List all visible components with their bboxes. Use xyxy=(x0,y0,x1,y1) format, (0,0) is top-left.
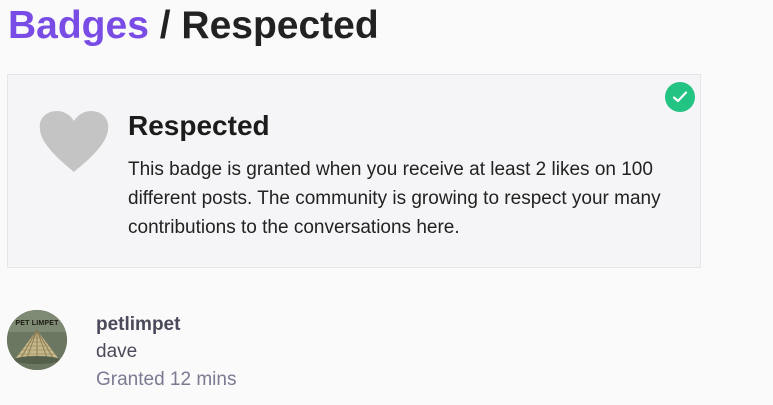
badge-title: Respected xyxy=(181,4,379,47)
page-title: Badges / Respected xyxy=(8,3,379,49)
username-link[interactable]: petlimpet xyxy=(96,312,236,338)
breadcrumb-separator: / xyxy=(159,4,171,47)
badge-description: This badge is granted when you receive a… xyxy=(128,159,661,238)
badge-card: Respected This badge is granted when you… xyxy=(7,74,701,268)
user-info: petlimpet dave Granted 12 mins xyxy=(96,312,236,394)
granted-timestamp: Granted 12 mins xyxy=(96,369,237,390)
user-full-name: dave xyxy=(96,341,138,362)
badge-name: Respected xyxy=(128,110,270,141)
granted-user-row: PET LIMPET petlimpet dave Granted 12 min… xyxy=(7,310,607,395)
check-circle-icon xyxy=(665,82,695,112)
badges-breadcrumb-link[interactable]: Badges xyxy=(8,4,149,47)
badge-page: Badges / Respected Respected This badge … xyxy=(0,0,773,405)
avatar-label: PET LIMPET xyxy=(15,320,59,327)
limpet-shell-icon xyxy=(7,310,67,370)
avatar[interactable]: PET LIMPET xyxy=(7,310,67,370)
heart-icon xyxy=(38,110,110,174)
